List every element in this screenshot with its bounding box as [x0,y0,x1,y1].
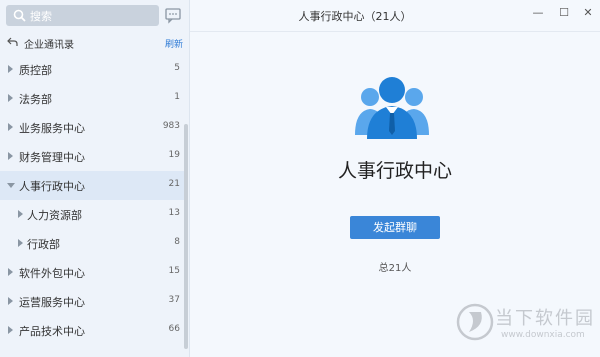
chevron-right-icon[interactable] [8,94,13,102]
member-total: 总21人 [378,263,412,274]
department-item[interactable]: 行政部 8 [0,229,184,258]
watermark: 当下软件园 www.downxia.com [455,300,595,350]
sidebar-scrollbar[interactable] [184,124,188,349]
department-item[interactable]: 运营服务中心 37 [0,287,184,316]
department-count: 5 [174,63,180,73]
department-count: 66 [168,324,180,334]
watermark-name: 当下软件园 [495,308,595,329]
department-name: 软件外包中心 [19,267,85,280]
chevron-right-icon[interactable] [18,210,23,218]
department-name: 人力资源部 [27,209,82,222]
department-item[interactable]: 业务服务中心 983 [0,113,184,142]
title-bar: 人事行政中心（21人） — ☐ ✕ [190,0,600,32]
search-row: 搜索 [0,0,190,32]
department-count: 21 [168,179,180,189]
department-list: 质控部 5 法务部 1 业务服务中心 983 财务管理中心 19 人事行政中心 21 人力资源部 13… [0,55,184,345]
department-item[interactable]: 人事行政中心 21 [0,171,184,200]
start-group-chat-button[interactable]: 发起群聊 [350,216,440,239]
chevron-right-icon[interactable] [8,65,13,73]
sidebar: 搜索 企业通讯录 刷新 质控部 5 法务部 1 业务服务中心 983 财务管理中心 19 人事行… [0,0,190,357]
chevron-right-icon[interactable] [8,152,13,160]
department-name: 人事行政中心 [19,180,85,193]
department-item[interactable]: 财务管理中心 19 [0,142,184,171]
department-count: 983 [162,121,180,131]
chevron-right-icon[interactable] [8,297,13,305]
department-name: 质控部 [19,64,52,77]
chevron-right-icon[interactable] [18,239,23,247]
contacts-header: 企业通讯录 刷新 [0,34,190,52]
message-icon[interactable] [164,6,182,24]
department-count: 1 [174,92,180,102]
department-count: 19 [168,150,180,160]
back-arrow-icon[interactable] [7,36,19,48]
chevron-right-icon[interactable] [8,268,13,276]
maximize-button[interactable]: ☐ [556,5,572,21]
search-input[interactable]: 搜索 [6,5,159,26]
department-count: 8 [174,237,180,247]
department-item[interactable]: 人力资源部 13 [0,200,184,229]
department-name: 法务部 [19,93,52,106]
chevron-down-icon[interactable] [7,183,15,188]
department-name: 财务管理中心 [19,151,85,164]
chevron-right-icon[interactable] [8,123,13,131]
chevron-right-icon[interactable] [8,326,13,334]
department-count: 37 [168,295,180,305]
department-count: 13 [168,208,180,218]
group-avatar-icon [355,77,429,139]
department-item[interactable]: 软件外包中心 15 [0,258,184,287]
department-item[interactable]: 法务部 1 [0,84,184,113]
department-item[interactable]: 质控部 5 [0,55,184,84]
department-name: 业务服务中心 [19,122,85,135]
department-count: 15 [168,266,180,276]
close-button[interactable]: ✕ [580,5,596,21]
department-name: 产品技术中心 [19,325,85,338]
contacts-title: 企业通讯录 [24,40,74,51]
search-placeholder: 搜索 [30,10,52,23]
department-item[interactable]: 产品技术中心 66 [0,316,184,345]
watermark-url: www.downxia.com [501,330,585,340]
minimize-button[interactable]: — [530,5,546,21]
window-title: 人事行政中心（21人） [298,10,412,23]
refresh-link[interactable]: 刷新 [165,37,183,50]
department-name: 行政部 [27,238,60,251]
group-name: 人事行政中心 [337,160,452,182]
search-icon [13,9,26,22]
watermark-logo [456,303,494,341]
department-name: 运营服务中心 [19,296,85,309]
